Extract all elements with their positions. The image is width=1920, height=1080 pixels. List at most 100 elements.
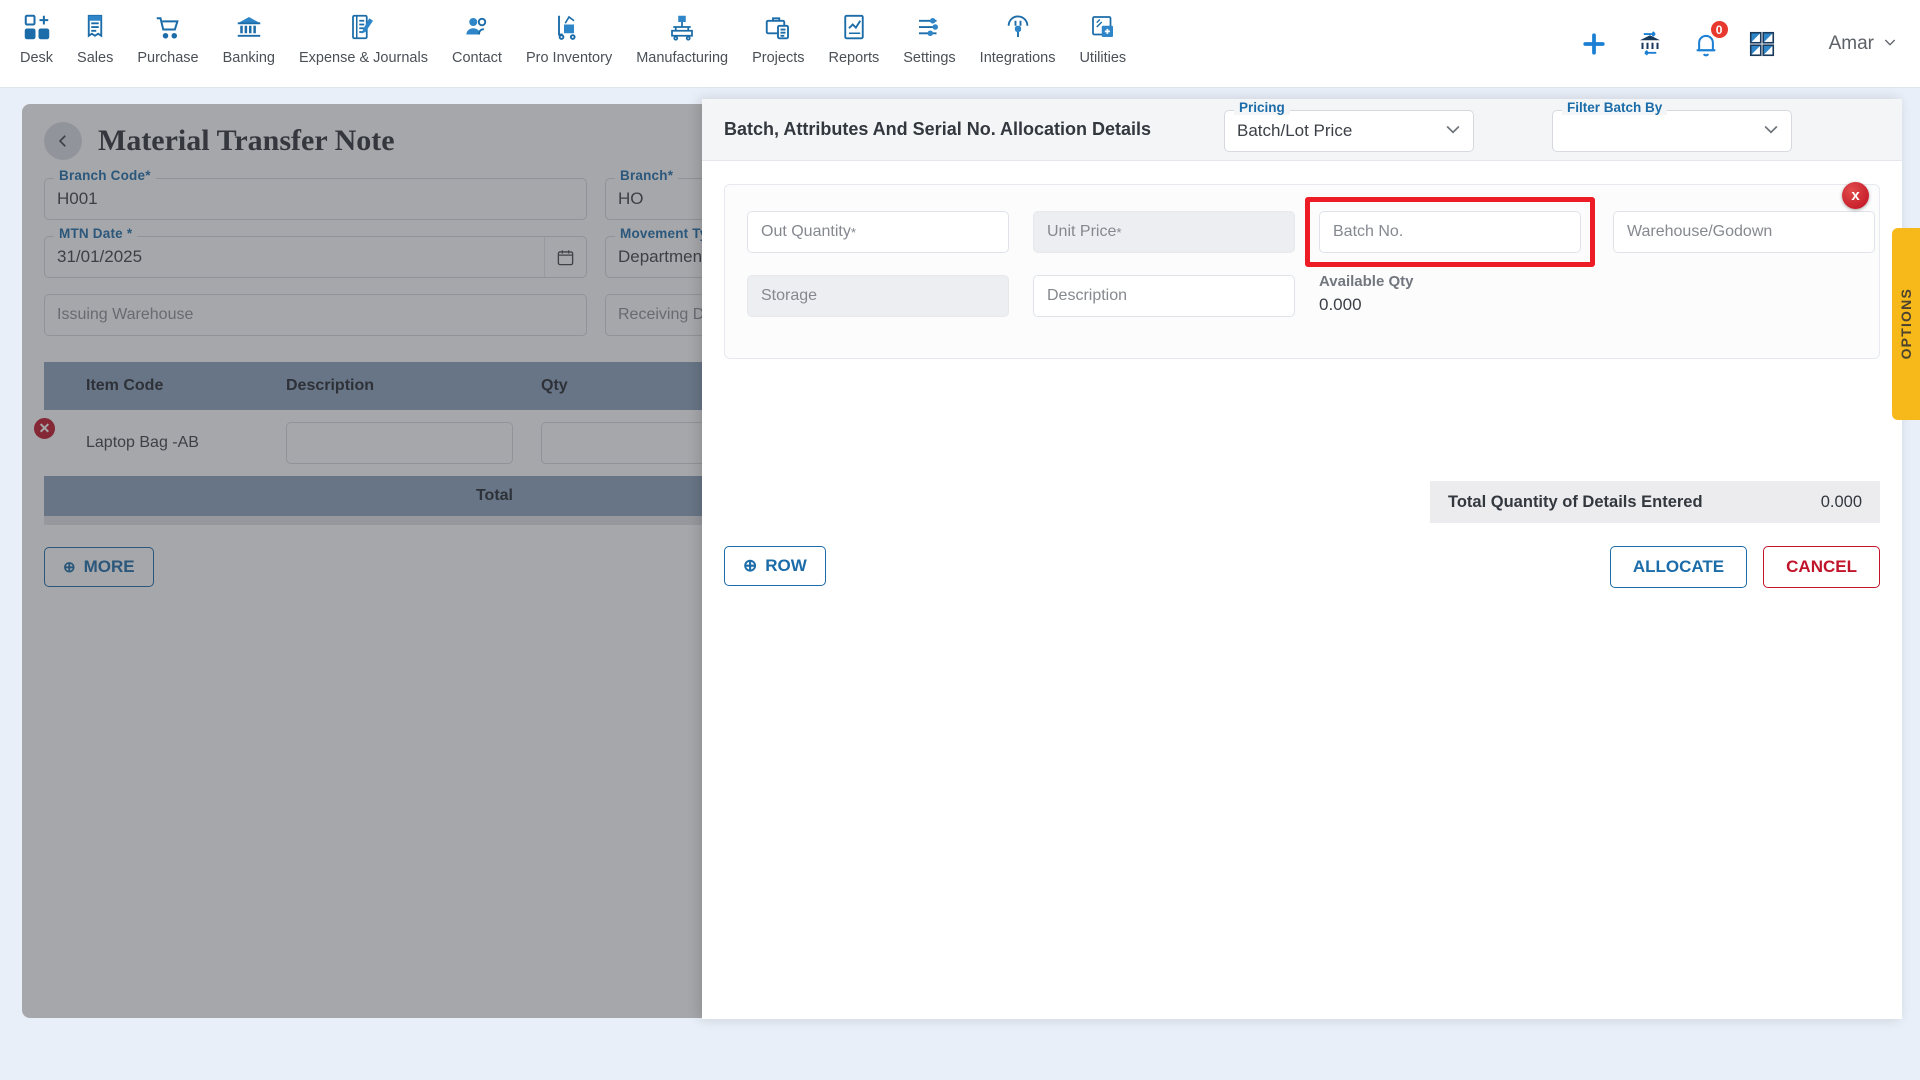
nav-item-label: Reports [828,50,880,66]
allocation-row-card: Out Quantity * Unit Price * Batch No. Ware… [724,182,1880,359]
nav-item-expense-journals[interactable]: Expense & Journals [287,10,440,66]
nav-item-utilities[interactable]: Utilities [1067,10,1138,66]
filter-batch-by-field-wrap: Filter Batch By [1552,100,1792,152]
branch-code-label: Branch Code* [54,168,156,183]
plus-icon[interactable] [1579,29,1609,59]
report-chart-icon [839,10,869,44]
nav-item-label: Banking [222,50,275,66]
plus-circle-icon: ⊕ [743,556,758,575]
chevron-down-icon [1761,119,1781,143]
options-tab-label: OPTIONS [1898,288,1914,360]
nav-item-reports[interactable]: Reports [816,10,891,66]
modal-header: Batch, Attributes And Serial No. Allocat… [702,99,1902,161]
bank-icon [234,10,264,44]
out-quantity-input[interactable]: Out Quantity * [747,211,1009,253]
nav-item-pro-inventory[interactable]: Pro Inventory [514,10,624,66]
nav-item-list: Desk Sales Purchase Banking Expense & Jo… [0,0,1138,66]
mtn-date-field-wrap: MTN Date * 31/01/2025 [44,226,587,278]
nav-item-label: Expense & Journals [299,50,428,66]
available-qty-block: Available Qty 0.000 [1319,273,1413,315]
total-quantity-bar: Total Quantity of Details Entered 0.000 [1430,481,1880,523]
nav-item-sales[interactable]: Sales [65,10,125,66]
branch-label: Branch* [615,168,679,183]
allocate-button[interactable]: ALLOCATE [1609,546,1748,588]
nav-item-contact[interactable]: Contact [440,10,514,66]
cell-description [272,410,527,476]
available-qty-value: 0.000 [1319,295,1362,314]
mtn-date-input[interactable]: 31/01/2025 [44,236,587,278]
nav-item-purchase[interactable]: Purchase [125,10,210,66]
issuing-warehouse-field-wrap: Issuing Warehouse [44,294,587,336]
nav-item-label: Integrations [979,50,1056,66]
description-input[interactable] [286,422,513,464]
user-menu[interactable]: Amar [1829,33,1898,55]
pricing-field-wrap: Pricing Batch/Lot Price [1224,100,1474,152]
add-row-label: ROW [765,556,807,575]
available-qty-label: Available Qty [1319,273,1414,290]
add-row-button[interactable]: ⊕ ROW [724,546,826,586]
nav-item-label: Contact [451,50,502,66]
cancel-button[interactable]: CANCEL [1763,546,1880,588]
branch-code-input[interactable]: H001 [44,178,587,220]
page-title: Material Transfer Note [98,124,395,157]
manufacturing-icon [667,10,697,44]
desk-icon [22,10,52,44]
nav-item-label: Utilities [1079,50,1127,66]
mtn-date-label: MTN Date * [54,226,138,241]
filter-batch-by-select[interactable] [1552,110,1792,152]
modal-title: Batch, Attributes And Serial No. Allocat… [724,119,1152,139]
bank-transfer-icon[interactable] [1635,29,1665,59]
pricing-label: Pricing [1234,100,1290,115]
nav-item-label: Pro Inventory [525,50,613,66]
nav-item-projects[interactable]: Projects [740,10,816,66]
nav-item-label: Desk [20,50,54,66]
nav-item-banking[interactable]: Banking [211,10,287,66]
warehouse-godown-placeholder: Warehouse/Godown [1627,223,1773,240]
more-button[interactable]: ⊕ MORE [44,547,154,587]
column-header-item-code: Item Code [72,362,272,410]
branch-code-field-wrap: Branch Code* H001 [44,168,587,220]
nav-item-desk[interactable]: Desk [8,10,65,66]
briefcase-icon [763,10,793,44]
total-quantity-label: Total Quantity of Details Entered [1448,492,1703,511]
column-header-description: Description [272,362,527,410]
storage-input[interactable]: Storage [747,275,1009,317]
nav-item-integrations[interactable]: Integrations [968,10,1068,66]
notification-badge: 0 [1708,19,1730,40]
cart-icon [153,10,183,44]
warehouse-godown-input[interactable]: Warehouse/Godown [1613,211,1875,253]
issuing-warehouse-placeholder: Issuing Warehouse [57,306,194,323]
nav-item-label: Manufacturing [636,50,729,66]
nav-item-label: Projects [752,50,805,66]
apps-grid-icon[interactable] [1747,29,1777,59]
utilities-icon [1088,10,1118,44]
chevron-down-icon [1443,119,1463,143]
cell-item-code[interactable]: Laptop Bag -AB [72,410,272,476]
total-label: Total [272,476,527,516]
pricing-select[interactable]: Batch/Lot Price [1224,110,1474,152]
total-quantity-value: 0.000 [1820,492,1862,511]
storage-placeholder: Storage [761,287,818,304]
issuing-warehouse-input[interactable]: Issuing Warehouse [44,294,587,336]
close-row-icon[interactable]: x [1842,182,1869,209]
contacts-icon [462,10,492,44]
chevron-down-icon [1882,34,1898,55]
nav-item-label: Purchase [137,50,199,66]
calendar-icon[interactable] [544,237,586,277]
sales-receipt-icon [80,10,110,44]
nav-item-label: Sales [77,50,114,66]
nav-item-label: Settings [903,50,956,66]
delete-row-icon[interactable]: ✕ [32,416,57,441]
description-input[interactable]: Description [1033,275,1295,317]
batch-allocation-modal: Batch, Attributes And Serial No. Allocat… [702,99,1902,1019]
bell-icon[interactable]: 0 [1691,19,1730,59]
unit-price-input[interactable]: Unit Price * [1033,211,1295,253]
user-name-label: Amar [1828,33,1874,54]
sliders-icon [914,10,944,44]
description-placeholder: Description [1047,287,1128,304]
back-chevron-icon[interactable] [44,122,82,160]
modal-action-buttons: ALLOCATE CANCEL [1609,546,1880,588]
nav-item-manufacturing[interactable]: Manufacturing [624,10,740,66]
nav-item-settings[interactable]: Settings [891,10,967,66]
options-side-tab[interactable]: OPTIONS [1892,228,1920,420]
